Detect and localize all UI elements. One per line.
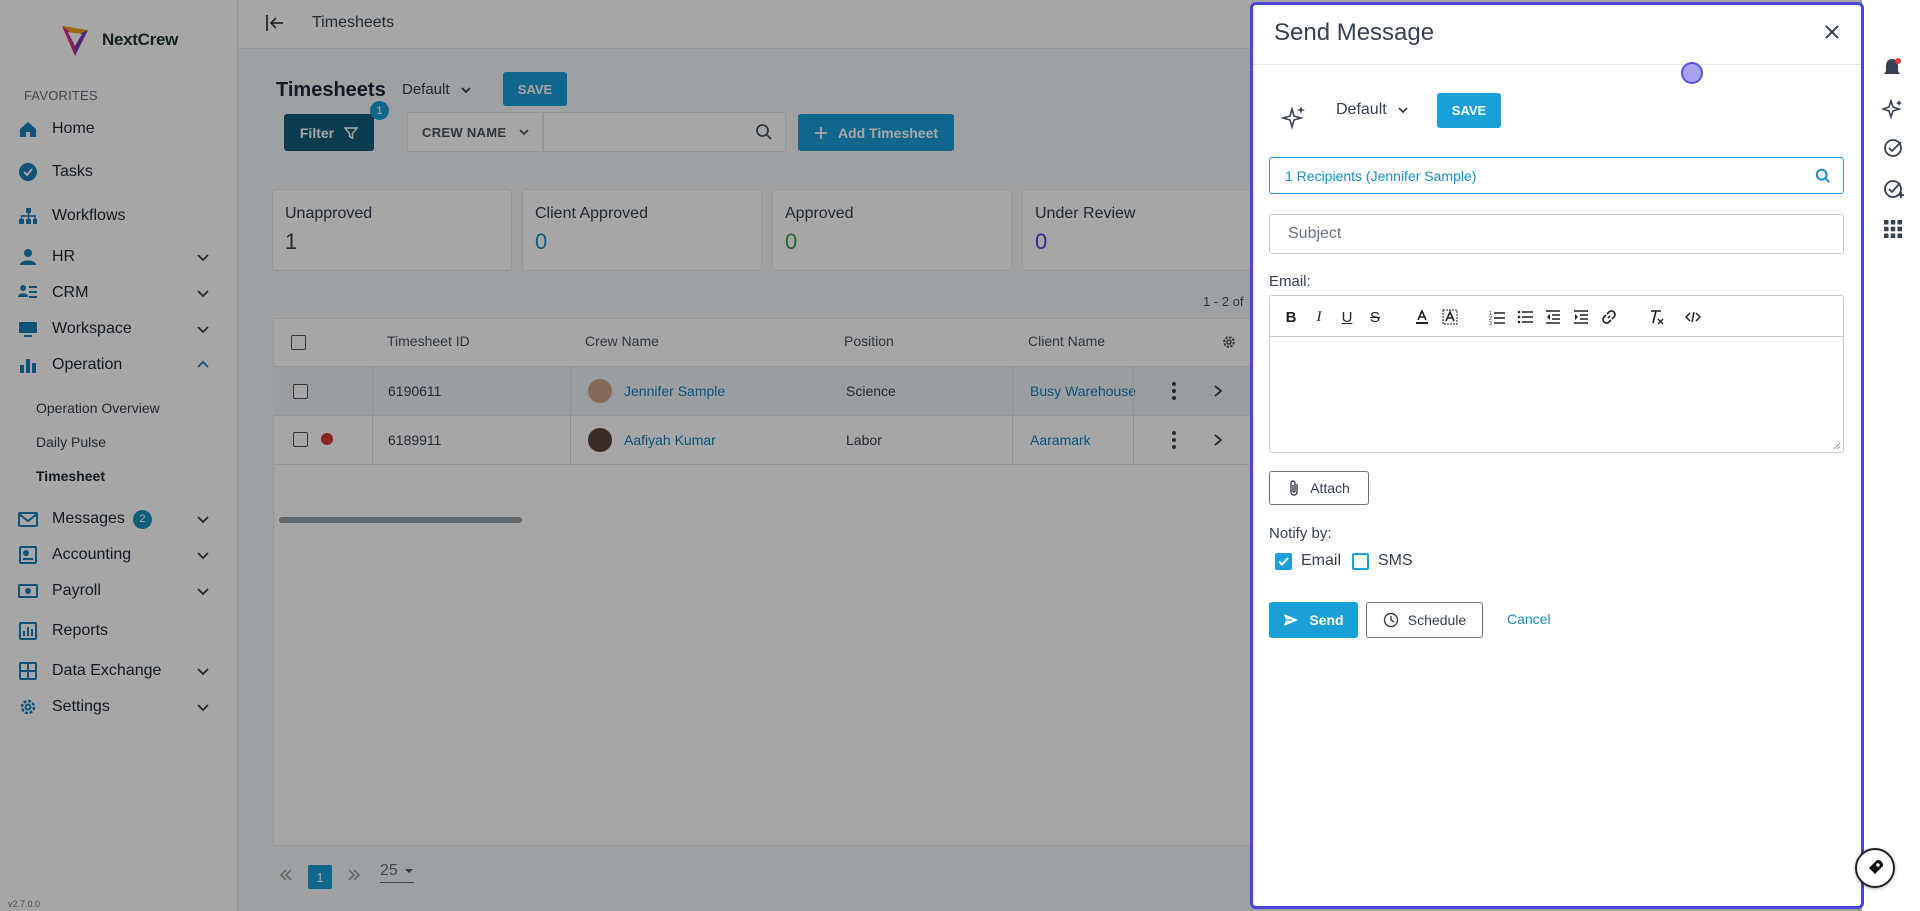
- send-label: Send: [1309, 612, 1344, 628]
- clear-format-icon[interactable]: [1647, 308, 1665, 326]
- bullet-list-icon[interactable]: [1516, 308, 1534, 326]
- indent-icon[interactable]: [1572, 308, 1590, 326]
- close-icon: [1825, 25, 1839, 39]
- apps-grid-icon[interactable]: [1884, 220, 1902, 238]
- email-body-label: Email:: [1269, 273, 1311, 290]
- link-icon[interactable]: [1600, 308, 1618, 326]
- resize-handle-icon[interactable]: [1833, 442, 1841, 450]
- bold-icon[interactable]: B: [1282, 308, 1300, 326]
- notify-email-option[interactable]: Email: [1275, 552, 1341, 570]
- help-chat-button[interactable]: [1855, 848, 1895, 888]
- search-icon[interactable]: [1815, 168, 1831, 184]
- rocket-icon: [1868, 860, 1883, 875]
- sms-checkbox[interactable]: [1352, 552, 1369, 570]
- strikethrough-icon[interactable]: S: [1366, 308, 1384, 326]
- ai-sparkle-icon[interactable]: [1281, 104, 1307, 130]
- message-template-dropdown[interactable]: Default: [1336, 101, 1409, 119]
- bell-icon[interactable]: [1882, 57, 1902, 79]
- send-message-dialog: [1250, 2, 1864, 909]
- svg-text:3: 3: [1489, 321, 1492, 325]
- sms-option-label: SMS: [1378, 552, 1413, 569]
- ordered-list-icon[interactable]: 123: [1488, 308, 1506, 326]
- attach-button[interactable]: Attach: [1269, 471, 1369, 505]
- paperclip-icon: [1290, 480, 1298, 496]
- attach-label: Attach: [1310, 480, 1350, 496]
- task-check-icon[interactable]: [1883, 138, 1903, 158]
- email-option-label: Email: [1301, 552, 1342, 569]
- outdent-icon[interactable]: [1544, 308, 1562, 326]
- checkmark-icon: [1278, 556, 1289, 566]
- sparkle-icon[interactable]: [1882, 98, 1904, 120]
- notify-by-label: Notify by:: [1269, 525, 1332, 542]
- underline-icon[interactable]: U: [1338, 308, 1356, 326]
- close-button[interactable]: [1820, 20, 1844, 44]
- italic-icon[interactable]: I: [1310, 308, 1328, 326]
- divider: [1253, 64, 1861, 65]
- schedule-label: Schedule: [1407, 612, 1467, 628]
- code-view-icon[interactable]: [1684, 308, 1702, 326]
- save-template-button[interactable]: SAVE: [1437, 93, 1501, 128]
- schedule-button[interactable]: Schedule: [1366, 602, 1483, 638]
- notify-sms-option[interactable]: SMS: [1352, 552, 1413, 570]
- email-body-editor[interactable]: [1269, 336, 1844, 453]
- text-color-icon[interactable]: [1413, 308, 1431, 326]
- add-task-icon[interactable]: [1883, 178, 1905, 200]
- clock-icon: [1383, 612, 1398, 628]
- dialog-title: Send Message: [1274, 19, 1435, 46]
- cancel-button[interactable]: Cancel: [1507, 611, 1551, 627]
- highlight-color-icon[interactable]: [1441, 308, 1459, 326]
- subject-input[interactable]: [1269, 214, 1844, 254]
- right-icon-rail: [1862, 0, 1920, 911]
- email-checkbox[interactable]: [1275, 552, 1292, 570]
- recipients-value: 1 Recipients (Jennifer Sample): [1285, 167, 1477, 184]
- mouse-cursor-indicator: [1681, 62, 1703, 84]
- recipients-field[interactable]: 1 Recipients (Jennifer Sample): [1269, 157, 1844, 194]
- send-icon: [1284, 614, 1299, 626]
- send-button[interactable]: Send: [1269, 602, 1358, 638]
- editor-toolbar: B I U S 123: [1269, 295, 1844, 337]
- chevron-down-icon: [1398, 107, 1408, 114]
- template-dropdown-value: Default: [1336, 101, 1387, 118]
